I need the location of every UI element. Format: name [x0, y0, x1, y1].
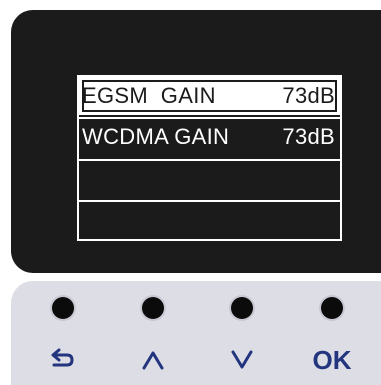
menu-row-value: 73dB: [282, 83, 335, 108]
back-button[interactable]: [52, 297, 74, 319]
down-chevron-icon: [212, 343, 272, 377]
back-arrow-icon: [33, 343, 93, 377]
menu-row-label: WCDMA GAIN: [82, 124, 230, 149]
menu-row-wcdma-gain[interactable]: WCDMA GAIN 73dB: [79, 117, 340, 155]
menu-row-value: 73dB: [282, 124, 335, 149]
keypad: OK: [11, 281, 381, 385]
down-button[interactable]: [231, 297, 253, 319]
up-chevron-icon: [123, 343, 183, 377]
menu-row-empty: [79, 159, 340, 197]
menu-row-label: EGSM GAIN: [82, 83, 216, 108]
ok-button[interactable]: [321, 297, 343, 319]
menu-row-egsm-gain[interactable]: EGSM GAIN 73dB: [79, 77, 340, 115]
up-button[interactable]: [142, 297, 164, 319]
ok-label: OK: [312, 344, 352, 375]
menu-row-empty: [79, 200, 340, 239]
lcd-screen: EGSM GAIN 73dB WCDMA GAIN 73dB: [11, 10, 381, 273]
menu-list: EGSM GAIN 73dB WCDMA GAIN 73dB: [77, 75, 342, 241]
